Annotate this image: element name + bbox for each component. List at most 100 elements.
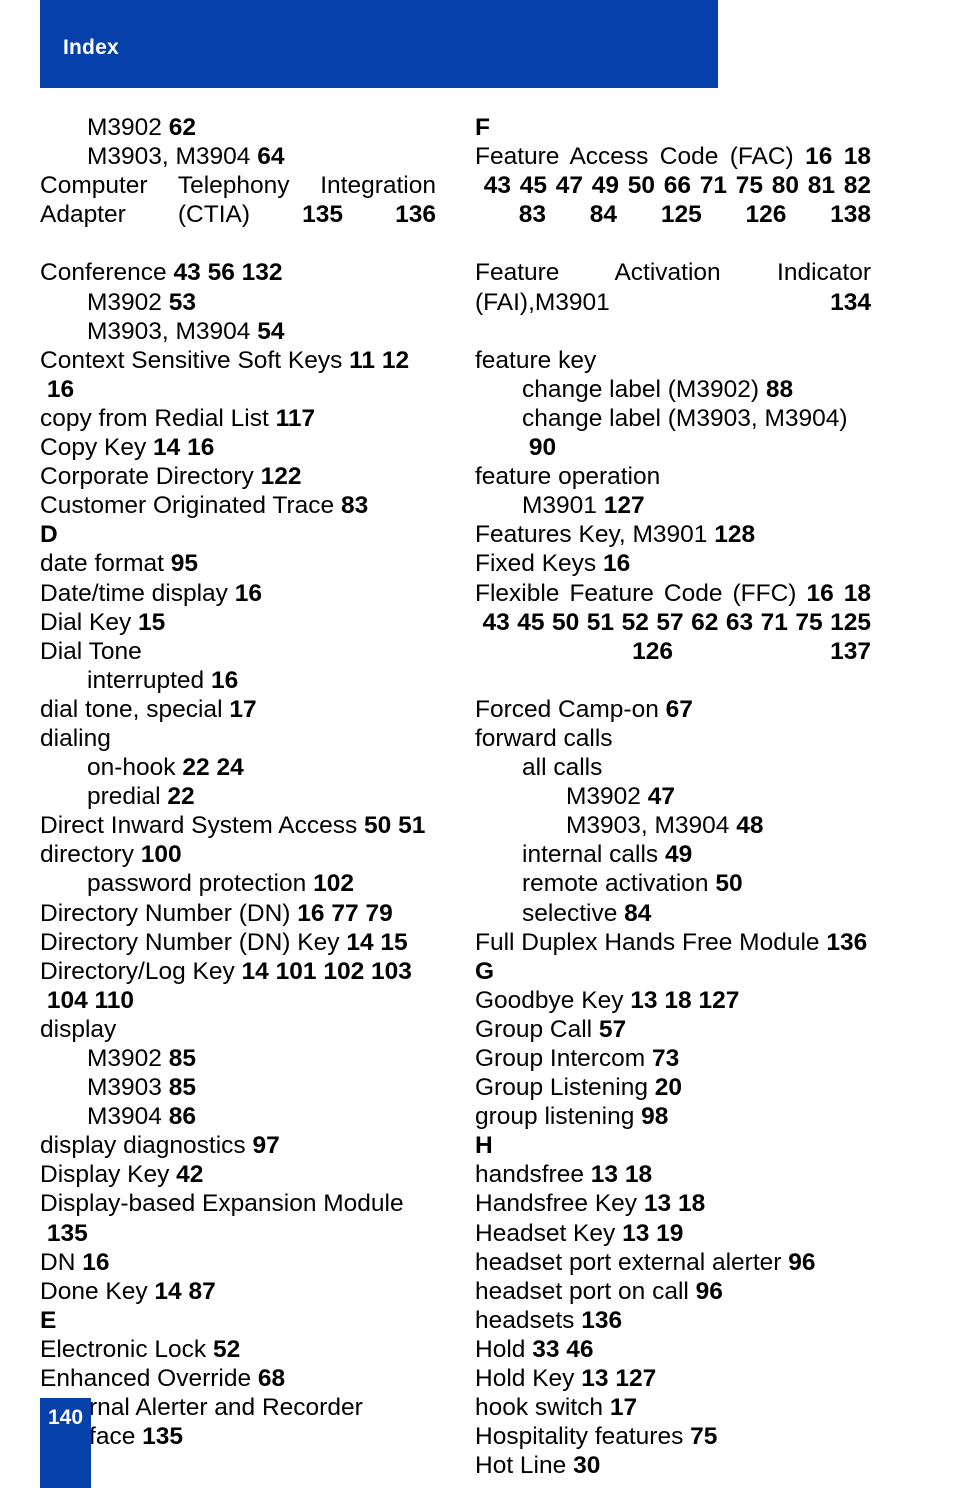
index-entry: display diagnostics 97: [40, 1131, 436, 1160]
index-entry-term: on-hook: [87, 754, 176, 782]
index-entry-page-ref: 15: [138, 608, 166, 636]
index-entry-term: Context Sensitive Soft Keys: [40, 346, 343, 374]
index-entry-page-ref: 13: [643, 1190, 672, 1218]
index-entry: Features Key, M3901 128: [475, 520, 871, 549]
index-entry-page-ref: 102: [313, 870, 354, 898]
index-entry-page-ref: 86: [168, 1103, 196, 1131]
index-entry-term: Headset Key: [475, 1219, 616, 1247]
index-entry-page-ref: 96: [788, 1248, 816, 1276]
index-entry-spacer: [832, 143, 843, 170]
index-entry-page-ref: 95: [170, 550, 199, 578]
index-entry-page-ref: 136: [395, 201, 436, 229]
index-entry-page-ref: 49: [665, 841, 693, 869]
index-entry-page-ref: 83: [518, 201, 547, 229]
index-entry-term: directory: [40, 841, 134, 869]
index-entry-page-ref: 16: [805, 143, 833, 171]
index-entry-spacer: [727, 172, 736, 199]
index-entry-spacer: [254, 463, 261, 490]
index-entry: on-hook 22 24: [87, 753, 436, 782]
index-entry: Group Call 57: [475, 1015, 871, 1044]
index-entry: feature key: [475, 346, 871, 375]
index-entry-spacer: [614, 609, 622, 636]
index-entry-page-ref: 85: [168, 1074, 196, 1102]
index-entry-spacer: [641, 783, 648, 810]
index-entry-spacer: [617, 201, 661, 228]
index-entry-spacer: [511, 172, 520, 199]
index-entry-spacer: [182, 1278, 189, 1305]
index-entry-spacer: [235, 958, 242, 985]
index-entry-spacer: [794, 143, 805, 170]
index-entry-page-ref: 136: [581, 1306, 623, 1334]
index-entry-page-ref: 52: [621, 608, 649, 636]
index-entry-spacer: [796, 580, 806, 607]
index-entry: M3903, M3904 54: [87, 317, 436, 346]
index-entry-term: Hospitality features: [475, 1423, 684, 1451]
index-entry-term: Directory Number (DN): [40, 899, 291, 927]
index-entry-spacer: [475, 638, 632, 665]
index-entry: change label (M3902) 88: [522, 375, 871, 404]
index-entry-page-ref: 81: [807, 172, 835, 200]
index-entry-term: Corporate Directory: [40, 463, 254, 491]
index-entry-term: headset port external alerter: [475, 1248, 782, 1276]
index-entry-page-ref: 125: [660, 201, 702, 229]
index-entry-page-ref: 18: [624, 1161, 653, 1189]
index-entry: remote activation 50: [522, 869, 871, 898]
index-entry-spacer: [228, 580, 235, 607]
index-entry-spacer: [201, 259, 208, 286]
index-entry-page-ref: 67: [665, 695, 693, 723]
index-entry-page-ref: 16: [46, 375, 75, 403]
index-entry-spacer: [40, 376, 47, 403]
index-entry-page-ref: 63: [725, 608, 754, 636]
index-entry-spacer: [162, 1045, 169, 1072]
index-entry-spacer: [618, 1161, 625, 1188]
index-entry-term: M3902: [566, 783, 641, 811]
index-entry-page-ref: 20: [654, 1074, 683, 1102]
index-entry-page-ref: 51: [586, 608, 615, 636]
index-entry-page-ref: 62: [168, 114, 196, 141]
index-entry-term: Handsfree Key: [475, 1190, 638, 1218]
index-entry-page-ref: 14: [153, 434, 181, 462]
index-entry: DN 16: [40, 1248, 436, 1277]
index-entry-page-ref: 104: [46, 986, 88, 1014]
index-entry-page-ref: 43: [173, 259, 201, 287]
index-entry-spacer: [162, 289, 169, 316]
index-entry-spacer: [251, 1365, 258, 1392]
index-entry: Computer Telephony Integration Adapter (…: [40, 171, 436, 258]
index-entry-spacer: [691, 172, 700, 199]
index-entry-page-ref: 84: [624, 899, 652, 927]
index-entry-page-ref: 125: [830, 608, 872, 636]
index-entry: M3901 127: [522, 491, 871, 520]
index-entry-spacer: [645, 1045, 652, 1072]
index-entry: M3903, M3904 48: [566, 811, 871, 840]
index-entry: Customer Originated Trace 83: [40, 491, 436, 520]
index-entry-page-ref: 136: [826, 928, 868, 956]
index-entry-term: Conference: [40, 259, 167, 287]
index-entry-term: Electronic Lock: [40, 1335, 207, 1363]
index-entry: M3903, M3904 64: [87, 142, 436, 171]
index-entry-page-ref: 16: [806, 579, 834, 607]
index-entry-term: M3902: [87, 114, 162, 141]
index-entry-spacer: [597, 492, 604, 519]
index-entry: headset port external alerter 96: [475, 1248, 871, 1277]
index-entry: Feature Access Code (FAC) 16 18 43 45 47…: [475, 142, 871, 258]
page-title: Index: [63, 36, 119, 59]
index-entry-term: display diagnostics: [40, 1132, 246, 1160]
index-entry-term: headsets: [475, 1306, 575, 1334]
index-entry-page-ref: 135: [302, 201, 344, 229]
index-entry: password protection 102: [87, 869, 436, 898]
index-entry-page-ref: 126: [745, 201, 787, 229]
index-entry-page-ref: 13: [590, 1161, 619, 1189]
index-entry-page-ref: 110: [94, 986, 135, 1014]
index-entry-page-ref: 62: [691, 608, 719, 636]
index-entry-spacer: [658, 841, 665, 868]
index-entry-spacer: [673, 638, 830, 665]
index-entry: Conference 43 56 132: [40, 258, 436, 287]
index-entry: Copy Key 14 16: [40, 433, 436, 462]
index-entry-page-ref: 18: [664, 986, 692, 1014]
index-entry-spacer: [834, 580, 844, 607]
index-entry-page-ref: 43: [482, 608, 510, 636]
index-entry: selective 84: [522, 899, 871, 928]
index-entry-term: copy from Redial List: [40, 404, 269, 432]
index-entry-term: handsfree: [475, 1161, 584, 1189]
index-entry: internal calls 49: [522, 840, 871, 869]
